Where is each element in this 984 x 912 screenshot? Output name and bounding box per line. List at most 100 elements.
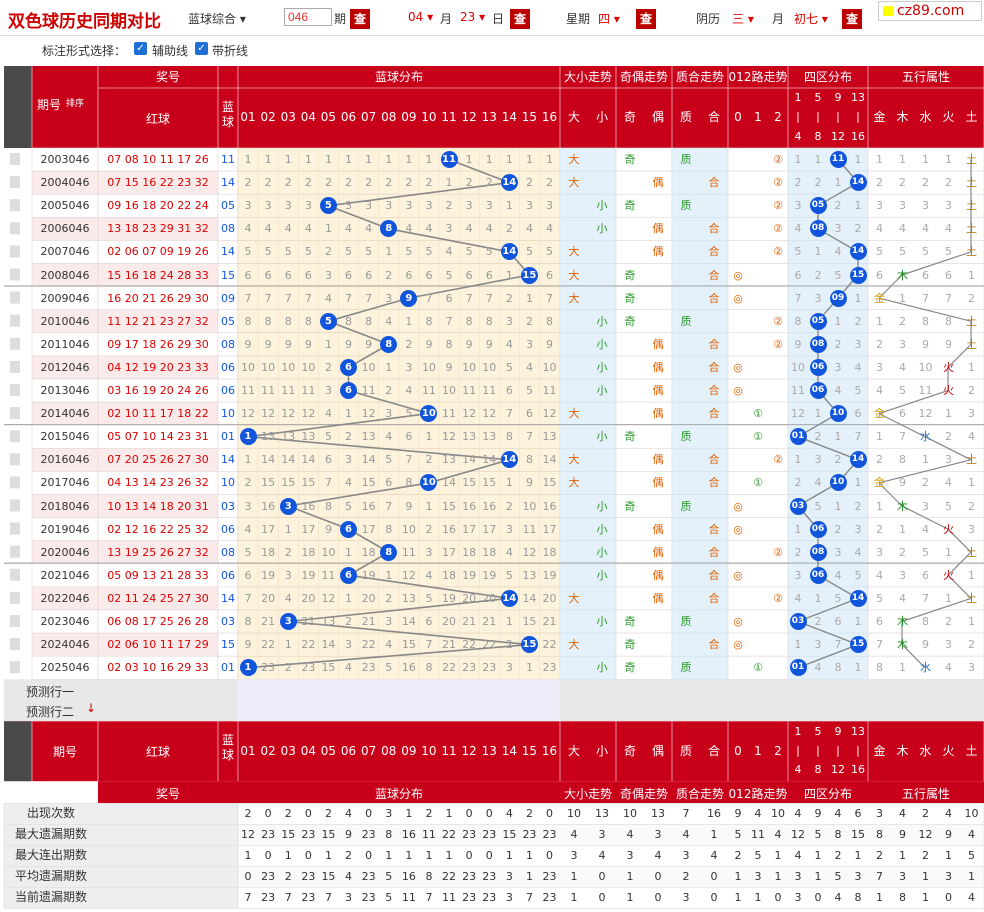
row-issue: 2022046 bbox=[40, 591, 90, 605]
stat-value: 13 bbox=[651, 807, 665, 821]
dist-count: 5 bbox=[304, 245, 312, 259]
wx-count: 5 bbox=[922, 545, 929, 559]
wx-value: 木 bbox=[897, 638, 908, 652]
stat-value: 23 bbox=[542, 828, 557, 842]
dx-value: 大 bbox=[568, 153, 580, 166]
sq-ball-marker: 15 bbox=[849, 636, 867, 654]
wx-count: 5 bbox=[899, 245, 906, 259]
dist-count: 9 bbox=[244, 638, 252, 652]
stat-value: 0 bbox=[485, 849, 493, 863]
stat-value: 0 bbox=[546, 849, 554, 863]
wx-count: 12 bbox=[918, 407, 933, 421]
jo-value: 偶 bbox=[652, 176, 664, 190]
dist-count: 3 bbox=[505, 661, 513, 675]
dist-count: 14 bbox=[462, 453, 477, 467]
jo-value: 偶 bbox=[652, 222, 664, 236]
zh-value: 合 bbox=[708, 222, 720, 236]
dist-count: 21 bbox=[361, 615, 376, 628]
row-red-balls: 06 08 17 25 26 28 bbox=[107, 615, 209, 628]
sq-count: 1 bbox=[834, 176, 842, 190]
dist-count: 4 bbox=[365, 222, 373, 236]
header-sq: 9 | 12 bbox=[831, 91, 845, 143]
footer-jiou: 奇偶走势 bbox=[619, 787, 668, 802]
dist-count: 11 bbox=[542, 384, 557, 397]
row-issue: 2005046 bbox=[40, 199, 90, 213]
zh-value: 质 bbox=[680, 661, 692, 675]
dist-count: 7 bbox=[244, 591, 252, 605]
stat-value: 0 bbox=[465, 849, 473, 863]
dist-count: 12 bbox=[482, 407, 497, 421]
dist-count: 2 bbox=[284, 176, 292, 190]
row-icon bbox=[10, 291, 20, 304]
sq-ball-marker: 15 bbox=[849, 266, 867, 284]
dist-count: 2 bbox=[405, 176, 413, 190]
dist-count: 9 bbox=[365, 337, 373, 351]
sq-ball-marker: 06 bbox=[809, 358, 827, 376]
sq-ball-marker: 05 bbox=[809, 312, 827, 330]
stat-value: 8 bbox=[899, 891, 906, 905]
stat-value: 12 bbox=[918, 828, 933, 842]
dist-count: 23 bbox=[301, 661, 316, 675]
jo-value: 奇 bbox=[624, 499, 636, 513]
wx-value: 水 bbox=[920, 661, 931, 675]
dist-count: 23 bbox=[361, 661, 376, 675]
dx-value: 小 bbox=[596, 337, 608, 351]
sort-control[interactable]: 排序 bbox=[60, 96, 90, 109]
dist-count: 5 bbox=[244, 245, 252, 259]
row-icon bbox=[10, 245, 20, 258]
predict-row-1[interactable]: 预测行一 bbox=[26, 683, 96, 699]
dist-count: 13 bbox=[301, 430, 316, 444]
dist-count: 2 bbox=[385, 268, 393, 282]
header-num: 14 bbox=[501, 744, 517, 759]
lu-value: ② bbox=[773, 545, 783, 559]
row-blue-ball: 05 bbox=[221, 199, 235, 213]
dist-count: 10 bbox=[241, 360, 256, 374]
stat-value: 4 bbox=[710, 849, 718, 863]
dist-count: 1 bbox=[385, 153, 393, 166]
wx-value: 土 bbox=[966, 314, 977, 328]
sq-count: 7 bbox=[834, 638, 842, 652]
dist-count: 6 bbox=[244, 568, 252, 582]
dist-count: 4 bbox=[284, 591, 292, 605]
jo-value: 偶 bbox=[652, 591, 664, 605]
dist-count: 16 bbox=[462, 499, 477, 513]
stat-value: 4 bbox=[654, 849, 662, 863]
dist-count: 4 bbox=[525, 222, 533, 236]
dist-count: 10 bbox=[301, 360, 316, 374]
row-icon bbox=[10, 314, 20, 327]
stat-value: 0 bbox=[465, 807, 473, 821]
stat-value: 0 bbox=[814, 891, 822, 905]
dist-count: 11 bbox=[401, 545, 416, 559]
header-num: 04 bbox=[300, 110, 316, 124]
sq-count: 1 bbox=[854, 615, 862, 628]
dist-count: 7 bbox=[244, 291, 252, 305]
dist-count: 5 bbox=[425, 245, 433, 259]
stat-label: 出现次数 bbox=[26, 806, 75, 821]
dist-count: 15 bbox=[321, 661, 336, 675]
lu-value: ◎ bbox=[733, 268, 743, 282]
sq-count: 4 bbox=[814, 476, 822, 490]
stat-label: 当前遗漏期数 bbox=[14, 890, 87, 905]
dist-count: 19 bbox=[482, 568, 497, 582]
row-red-balls: 09 16 18 20 22 24 bbox=[107, 199, 209, 213]
dist-count: 2 bbox=[385, 176, 393, 190]
stat-value: 1 bbox=[626, 891, 634, 905]
row-icon bbox=[10, 615, 20, 627]
dist-count: 9 bbox=[284, 337, 292, 351]
wx-value: 水 bbox=[920, 430, 931, 444]
dist-count: 11 bbox=[361, 384, 376, 397]
dist-count: 3 bbox=[505, 522, 513, 536]
header-zh: 合 bbox=[707, 744, 720, 759]
row-icon bbox=[10, 661, 20, 674]
jo-value: 奇 bbox=[624, 638, 636, 652]
wx-count: 4 bbox=[899, 360, 906, 374]
dist-count: 5 bbox=[345, 499, 353, 513]
wx-count: 6 bbox=[922, 568, 929, 582]
dist-count: 1 bbox=[505, 268, 513, 282]
sq-count: 12 bbox=[791, 407, 805, 421]
stat-value: 1 bbox=[734, 891, 742, 905]
stat-value: 8 bbox=[876, 828, 883, 842]
dx-value: 大 bbox=[568, 453, 580, 467]
row-issue: 2021046 bbox=[40, 568, 90, 582]
dist-count: 17 bbox=[261, 522, 276, 536]
